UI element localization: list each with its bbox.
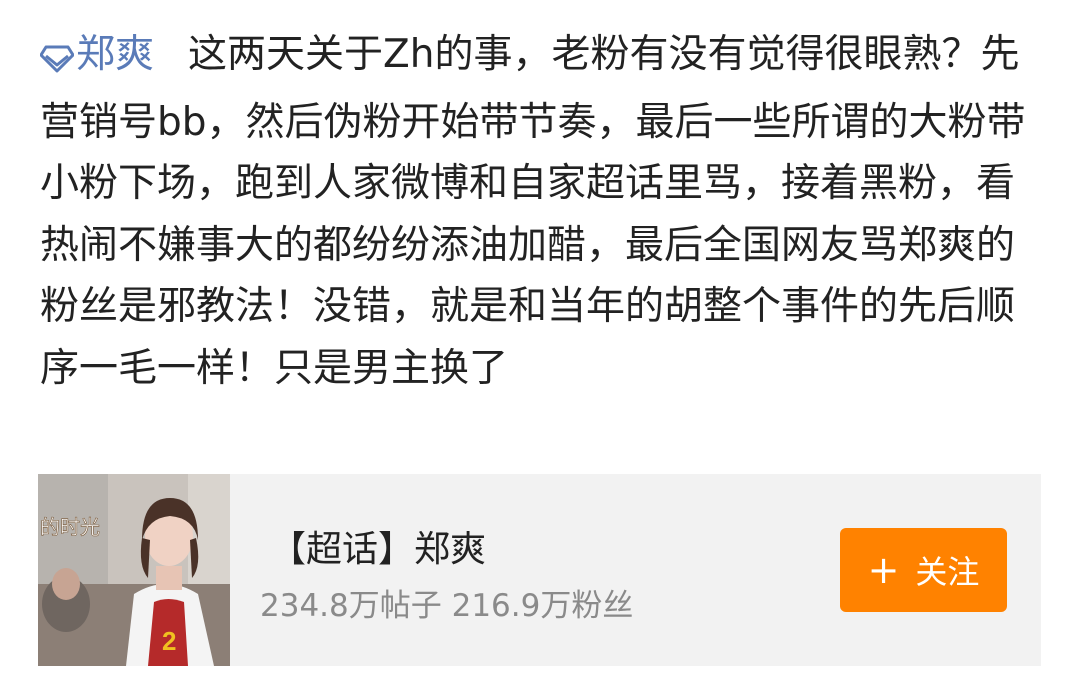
supertopic-card[interactable]: 2 的时光 【超话】郑爽 234.8万帖子 216.9万粉丝 + 关注: [38, 474, 1041, 666]
post-text: 郑爽 这两天关于Zh的事，老粉有没有觉得很眼熟？先营销号bb，然后伪粉开始带节奏，…: [39, 24, 1045, 399]
weibo-post: 郑爽 这两天关于Zh的事，老粉有没有觉得很眼熟？先营销号bb，然后伪粉开始带节奏，…: [39, 24, 1045, 399]
thumbnail-caption: 的时光: [40, 515, 100, 539]
thumbnail-image: 2 的时光: [38, 474, 230, 666]
diamond-icon: [39, 30, 75, 92]
follow-button[interactable]: + 关注: [840, 528, 1007, 612]
jersey-number: 2: [162, 626, 176, 656]
topic-link[interactable]: 郑爽: [39, 32, 155, 77]
post-body: 这两天关于Zh的事，老粉有没有觉得很眼熟？先营销号bb，然后伪粉开始带节奏，最后…: [40, 32, 1026, 391]
supertopic-stats: 234.8万帖子 216.9万粉丝: [260, 588, 634, 624]
follow-label: 关注: [915, 553, 980, 591]
topic-label: 郑爽: [76, 32, 155, 77]
plus-icon: +: [867, 548, 900, 592]
supertopic-title: 【超话】郑爽: [270, 529, 487, 570]
